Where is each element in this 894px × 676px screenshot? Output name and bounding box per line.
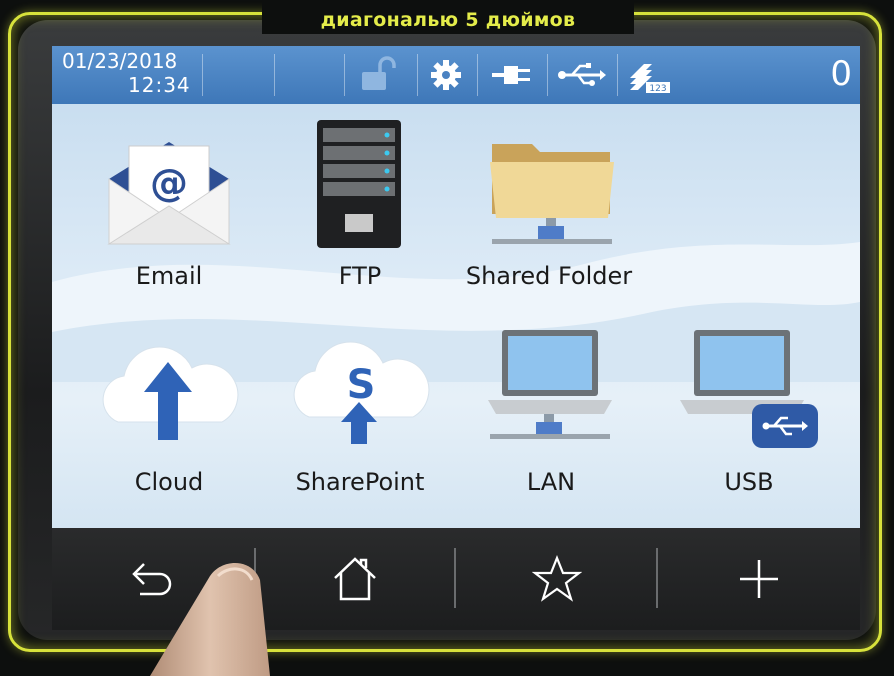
gear-icon[interactable] [426,56,466,94]
status-divider [417,54,418,96]
status-date: 01/23/2018 [62,49,178,73]
tile-shared-folder[interactable]: Shared Folder [454,114,644,304]
status-time: 12:34 [128,73,191,97]
tile-lan-label: LAN [526,468,576,496]
usb-icon[interactable] [556,56,608,94]
tile-lan[interactable]: LAN [456,322,646,512]
tile-ftp-label: FTP [338,262,382,290]
laptop-lan-icon [488,330,612,439]
status-divider [344,54,345,96]
status-divider [547,54,548,96]
tile-email-label: Email [135,262,203,290]
shared-folder-icon [490,144,614,244]
status-bar: 01/23/2018 12:34 123 0 [52,46,860,104]
caption-text: диагональю 5 дюймов [262,0,634,34]
sharepoint-s-glyph: S [347,362,376,408]
laptop-usb-icon [680,330,818,448]
tile-ftp[interactable]: FTP [265,114,455,304]
favorite-button[interactable] [456,528,656,630]
finger-pointer [150,562,270,676]
status-divider [617,54,618,96]
tile-email[interactable]: @ Email [74,114,264,304]
function-grid: @ Email FTP Shared Folder Cloud S ShareP… [52,104,860,528]
status-divider [202,54,203,96]
tile-cloud-label: Cloud [134,468,204,496]
email-at-glyph: @ [150,161,188,205]
home-icon [334,557,376,601]
status-divider [274,54,275,96]
add-button[interactable] [658,528,860,630]
email-envelope-icon: @ [107,142,231,245]
plus-icon [740,560,778,598]
cloud-upload-icon [102,346,239,440]
tile-usb-label: USB [724,468,774,496]
job-count: 0 [830,54,852,94]
tile-sharepoint[interactable]: S SharePoint [265,322,455,512]
stack-counter-icon[interactable]: 123 [626,56,672,94]
tile-usb[interactable]: USB [654,322,844,512]
tile-shared-folder-label: Shared Folder [465,262,633,290]
network-plug-icon[interactable] [488,56,536,94]
star-icon [532,555,582,602]
counter-badge-text: 123 [649,84,666,94]
sharepoint-cloud-icon: S [293,341,430,444]
status-divider [477,54,478,96]
server-icon [317,120,401,248]
touch-screen: 01/23/2018 12:34 123 0 @ Email FTP Share… [52,46,860,528]
tile-sharepoint-label: SharePoint [295,468,425,496]
lock-open-icon[interactable] [358,56,402,94]
tile-cloud[interactable]: Cloud [74,322,264,512]
